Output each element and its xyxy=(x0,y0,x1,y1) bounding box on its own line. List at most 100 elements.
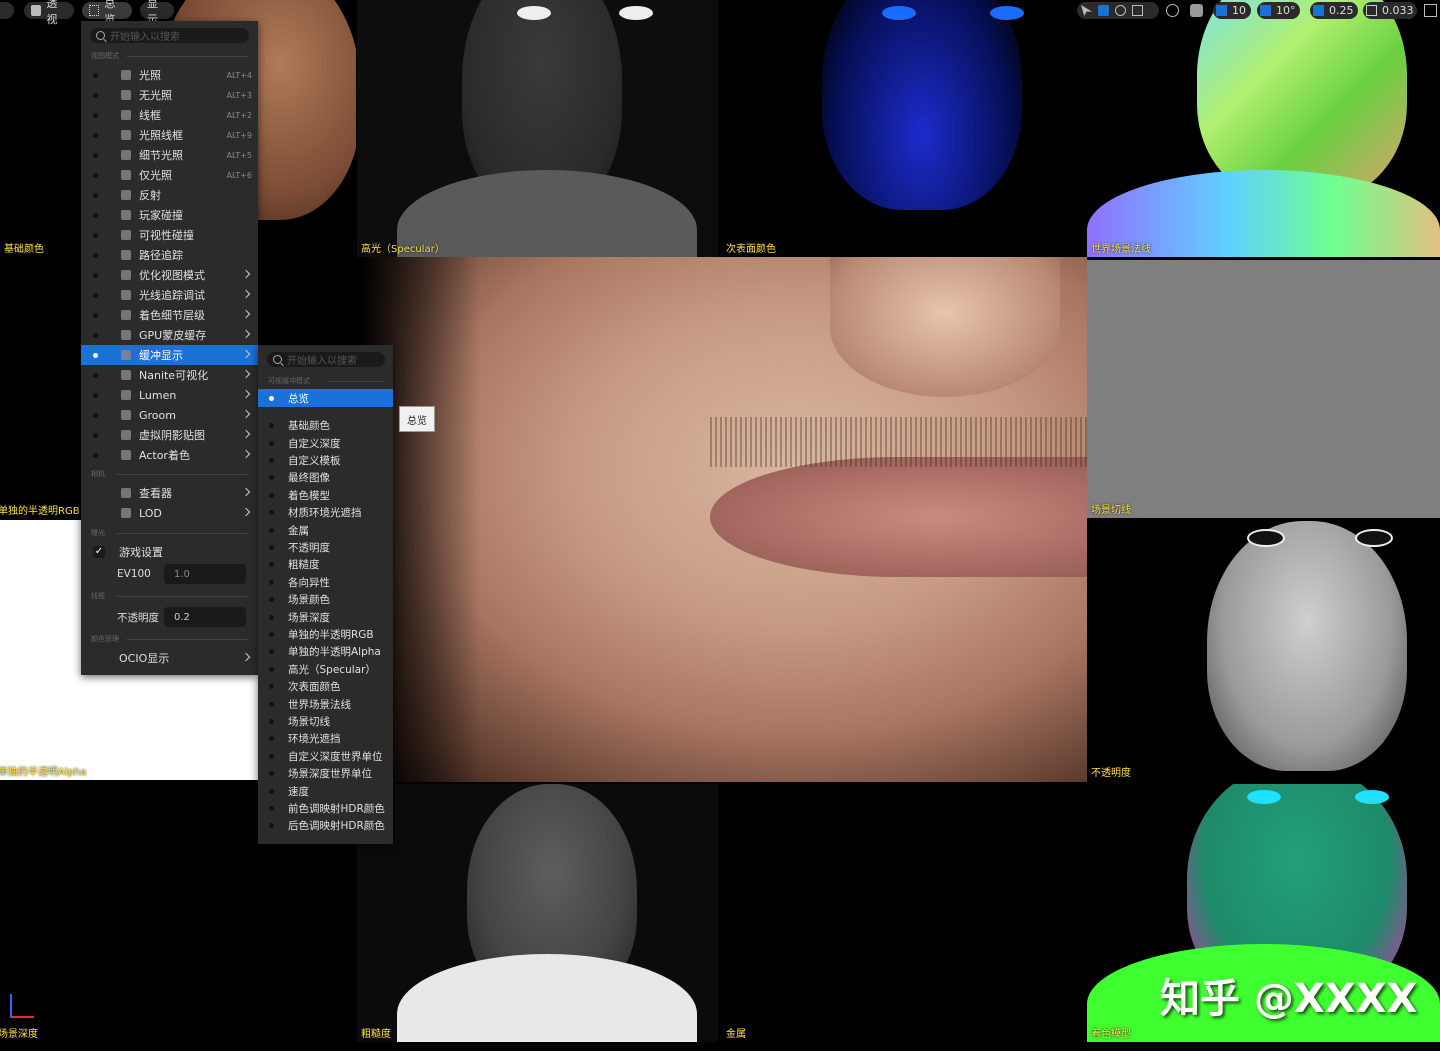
radio-dot xyxy=(93,412,98,418)
buffer-item[interactable]: 自定义深度世界单位 xyxy=(258,748,393,765)
view-mode-item[interactable]: 玩家碰撞 xyxy=(81,205,258,225)
lod-item[interactable]: LOD xyxy=(81,503,258,523)
chevron-right-icon xyxy=(241,269,251,279)
radio-dot xyxy=(269,562,274,568)
tile-separate-rgb[interactable]: 单独的半透明RGB xyxy=(0,257,82,519)
tile-subsurface[interactable]: 次表面颜色 xyxy=(722,0,1083,257)
buffer-item[interactable]: 场景深度 xyxy=(258,608,393,625)
buffer-icon xyxy=(89,5,100,16)
tile-opacity[interactable]: 不透明度 xyxy=(1087,521,1440,781)
view-mode-item[interactable]: 无光照 ALT+3 xyxy=(81,85,258,105)
scale-value: 0.25 xyxy=(1329,4,1354,17)
scale-icon[interactable] xyxy=(1132,5,1143,16)
chevron-right-icon xyxy=(241,369,251,379)
eye-left xyxy=(517,6,551,20)
view-mode-search-input[interactable]: 开始输入以搜索 xyxy=(90,28,249,43)
buffer-item[interactable]: 次表面颜色 xyxy=(258,678,393,695)
view-mode-icon xyxy=(121,130,131,140)
buffer-item[interactable]: 不透明度 xyxy=(258,539,393,556)
tile-world-normal[interactable]: 世界场景法线 xyxy=(1087,0,1440,257)
wireframe-opacity-input[interactable]: 0.2 xyxy=(164,607,246,627)
rotate-icon[interactable] xyxy=(1115,5,1126,16)
ocio-item[interactable]: OCIO显示 xyxy=(81,648,258,668)
world-local-icon[interactable] xyxy=(1166,4,1179,17)
camera-icon xyxy=(1366,5,1377,16)
view-mode-item[interactable]: 光线追踪调试 xyxy=(81,285,258,305)
view-mode-item[interactable]: 缓冲显示 xyxy=(81,345,258,365)
transform-tools[interactable] xyxy=(1077,2,1159,19)
buffer-item[interactable]: 前色调映射HDR颜色 xyxy=(258,800,393,817)
buffer-item[interactable]: 场景切线 xyxy=(258,713,393,730)
section-wireframe: 线框 xyxy=(91,592,105,600)
camera-speed[interactable]: 0.033 xyxy=(1363,2,1417,19)
divider xyxy=(127,639,248,640)
buffer-item[interactable]: 单独的半透明Alpha xyxy=(258,643,393,660)
game-settings-item[interactable]: ✓ 游戏设置 xyxy=(81,542,258,562)
buffer-item[interactable]: 最终图像 xyxy=(258,469,393,486)
view-mode-item[interactable]: Nanite可视化 xyxy=(81,365,258,385)
view-mode-item[interactable]: 优化视图模式 xyxy=(81,265,258,285)
view-mode-item[interactable]: 光照线框 ALT+9 xyxy=(81,125,258,145)
viewer-item[interactable]: 查看器 xyxy=(81,483,258,503)
select-icon[interactable] xyxy=(1081,5,1092,16)
view-mode-item[interactable]: 仅光照 ALT+6 xyxy=(81,165,258,185)
ev100-input[interactable]: 1.0 xyxy=(164,564,246,584)
buffer-item[interactable]: 单独的半透明RGB xyxy=(258,626,393,643)
view-mode-item[interactable]: Actor着色 xyxy=(81,445,258,465)
view-mode-item[interactable]: Groom xyxy=(81,405,258,425)
watermark: 知乎 @XXXX xyxy=(1160,976,1418,1022)
buffer-item[interactable]: 高光（Specular） xyxy=(258,661,393,678)
angle-snap[interactable]: 10° xyxy=(1257,2,1300,19)
buffer-item[interactable]: 粗糙度 xyxy=(258,556,393,573)
tile-roughness[interactable]: 粗糙度 xyxy=(357,784,718,1042)
perspective-button[interactable]: 透视 xyxy=(24,0,74,26)
buffer-item[interactable]: 世界场景法线 xyxy=(258,695,393,712)
move-icon[interactable] xyxy=(1098,5,1109,16)
view-mode-item[interactable]: 虚拟阴影贴图 xyxy=(81,425,258,445)
buffer-item[interactable]: 环境光遮挡 xyxy=(258,730,393,747)
grid-snap[interactable]: 10 xyxy=(1213,2,1251,19)
search-icon xyxy=(96,31,105,40)
tile-specular[interactable]: 高光（Specular） xyxy=(357,0,718,257)
show-button[interactable]: 显示 xyxy=(140,0,174,26)
overview-button[interactable]: 总览 xyxy=(82,0,132,26)
tile-scene-tangent[interactable]: 场景切线 xyxy=(1087,260,1440,518)
buffer-item[interactable]: 速度 xyxy=(258,782,393,799)
tile-label-specular: 高光（Specular） xyxy=(361,244,445,255)
view-mode-item[interactable]: 光照 ALT+4 xyxy=(81,65,258,85)
buffer-item[interactable]: 金属 xyxy=(258,521,393,538)
buffer-item[interactable]: 材质环境光遮挡 xyxy=(258,504,393,521)
scale-snap[interactable]: 0.25 xyxy=(1310,2,1358,19)
view-mode-item[interactable]: GPU蒙皮缓存 xyxy=(81,325,258,345)
buffer-item[interactable]: 基础颜色 xyxy=(258,417,393,434)
surface-snap-icon[interactable] xyxy=(1190,4,1203,17)
view-mode-item[interactable]: 着色细节层级 xyxy=(81,305,258,325)
layout-icon[interactable] xyxy=(1424,4,1437,17)
buffer-item[interactable]: 着色模型 xyxy=(258,487,393,504)
view-mode-item[interactable]: Lumen xyxy=(81,385,258,405)
buffer-item[interactable]: 后色调映射HDR颜色 xyxy=(258,817,393,834)
view-mode-item[interactable]: 细节光照 ALT+5 xyxy=(81,145,258,165)
radio-dot xyxy=(269,823,274,829)
buffer-item[interactable]: 自定义模板 xyxy=(258,452,393,469)
game-settings-checkbox[interactable]: ✓ xyxy=(93,546,105,558)
buffer-search-input[interactable]: 开始输入以搜索 xyxy=(267,352,385,367)
buffer-item[interactable]: 场景深度世界单位 xyxy=(258,765,393,782)
view-mode-item[interactable]: 路径追踪 xyxy=(81,245,258,265)
radio-dot xyxy=(93,432,98,438)
tile-metallic[interactable]: 金属 xyxy=(722,784,1083,1042)
main-viewport[interactable] xyxy=(360,257,1087,782)
angle-value: 10° xyxy=(1276,4,1296,17)
view-mode-item[interactable]: 可视性碰撞 xyxy=(81,225,258,245)
chevron-right-icon xyxy=(241,652,251,662)
buffer-item[interactable]: 自定义深度 xyxy=(258,434,393,451)
radio-dot xyxy=(269,457,274,463)
view-mode-item[interactable]: 线框 ALT+2 xyxy=(81,105,258,125)
buffer-item-overview[interactable]: 总览 xyxy=(258,389,393,407)
buffer-item[interactable]: 各向异性 xyxy=(258,574,393,591)
view-mode-item[interactable]: 反射 xyxy=(81,185,258,205)
tile-label-roughness: 粗糙度 xyxy=(361,1029,391,1040)
buffer-item[interactable]: 场景颜色 xyxy=(258,591,393,608)
view-mode-icon xyxy=(121,410,131,420)
tile-label-opacity: 不透明度 xyxy=(1091,768,1131,779)
